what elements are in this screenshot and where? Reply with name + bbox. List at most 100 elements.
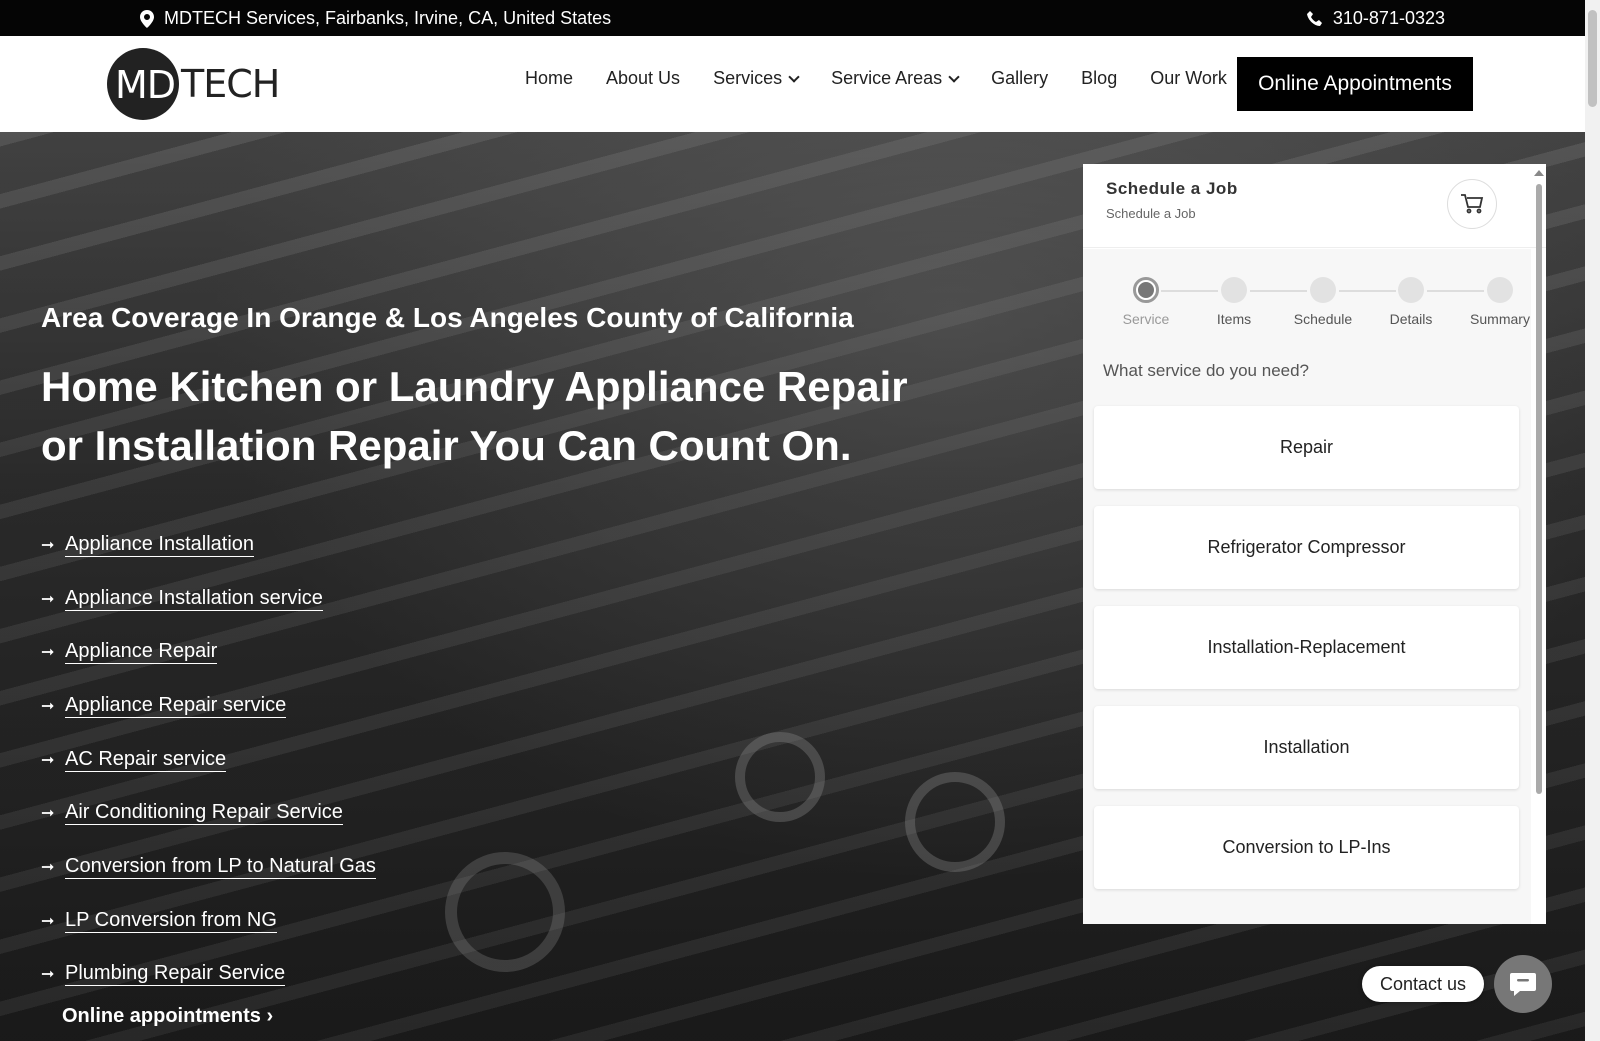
main-nav: Home About Us Services Service Areas Gal… bbox=[525, 68, 1227, 89]
step-dot bbox=[1310, 277, 1336, 303]
phone-icon bbox=[1306, 10, 1322, 26]
phone-text[interactable]: 310-871-0323 bbox=[1333, 8, 1445, 29]
service-option-conversion[interactable]: Conversion to LP-Ins bbox=[1094, 806, 1519, 889]
nav-gallery-label: Gallery bbox=[991, 68, 1049, 88]
list-item: ➞ Appliance Repair bbox=[41, 625, 376, 679]
step-label: Summary bbox=[1470, 311, 1530, 327]
schedule-widget: Schedule a Job Schedule a Job Service It… bbox=[1083, 164, 1546, 924]
nav-home[interactable]: Home bbox=[525, 68, 573, 89]
arrow-right-icon: ➞ bbox=[41, 751, 55, 769]
logo-tech: TECH bbox=[181, 62, 280, 106]
step-dot bbox=[1398, 277, 1424, 303]
page-scrollbar-thumb[interactable] bbox=[1588, 10, 1597, 107]
service-question: What service do you need? bbox=[1103, 361, 1310, 380]
hero-title: Home Kitchen or Laundry Appliance Repair… bbox=[41, 363, 908, 469]
nav-our-work-label: Our Work bbox=[1150, 68, 1227, 88]
service-link[interactable]: Appliance Installation bbox=[65, 533, 255, 557]
nav-blog[interactable]: Blog bbox=[1081, 68, 1117, 89]
arrow-right-icon: ➞ bbox=[41, 590, 55, 608]
chevron-down-icon bbox=[948, 70, 960, 83]
service-link[interactable]: Appliance Repair service bbox=[65, 694, 287, 718]
location-pin-icon bbox=[140, 9, 154, 28]
nav-blog-label: Blog bbox=[1081, 68, 1118, 88]
widget-subtitle: Schedule a Job bbox=[1106, 206, 1196, 221]
online-appointments-link-label: Online appointments bbox=[62, 1005, 261, 1027]
chevron-right-icon: › bbox=[266, 1005, 274, 1027]
background-knob bbox=[735, 732, 825, 822]
nav-about-us[interactable]: About Us bbox=[606, 68, 680, 89]
list-item: ➞ Appliance Installation bbox=[41, 518, 376, 572]
cart-icon bbox=[1461, 194, 1484, 214]
background-knob bbox=[905, 772, 1005, 872]
nav-service-areas-label: Service Areas bbox=[831, 68, 943, 88]
step-service[interactable]: Service bbox=[1101, 277, 1191, 327]
online-appointments-button[interactable]: Online Appointments bbox=[1237, 57, 1473, 111]
widget-scrollbar-thumb[interactable] bbox=[1536, 184, 1542, 794]
chat-button[interactable] bbox=[1494, 955, 1552, 1013]
step-progress: Service Items Schedule Details Summary bbox=[1101, 277, 1530, 327]
arrow-right-icon: ➞ bbox=[41, 697, 55, 715]
step-label: Service bbox=[1122, 311, 1170, 327]
step-summary[interactable]: Summary bbox=[1455, 277, 1545, 327]
list-item: ➞ Conversion from LP to Natural Gas bbox=[41, 840, 376, 894]
list-item: ➞ Air Conditioning Repair Service bbox=[41, 786, 376, 840]
service-link[interactable]: Appliance Repair bbox=[65, 640, 218, 665]
scroll-up-icon[interactable] bbox=[1534, 170, 1544, 176]
address: MDTECH Services, Fairbanks, Irvine, CA, … bbox=[140, 8, 611, 29]
nav-gallery[interactable]: Gallery bbox=[991, 68, 1048, 89]
page-scrollbar[interactable] bbox=[1585, 0, 1600, 1041]
step-schedule[interactable]: Schedule bbox=[1278, 277, 1368, 327]
service-option-repair[interactable]: Repair bbox=[1094, 406, 1519, 489]
service-option-installation[interactable]: Installation bbox=[1094, 706, 1519, 789]
address-text: MDTECH Services, Fairbanks, Irvine, CA, … bbox=[164, 8, 612, 28]
service-link[interactable]: Appliance Installation service bbox=[65, 587, 323, 611]
nav-services-label: Services bbox=[713, 68, 783, 88]
background-knob bbox=[445, 852, 565, 972]
nav-about-label: About Us bbox=[606, 68, 681, 88]
step-dot bbox=[1133, 277, 1159, 303]
logo-circle: MD bbox=[107, 48, 179, 120]
service-link[interactable]: Conversion from LP to Natural Gas bbox=[65, 855, 376, 879]
widget-header: Schedule a Job Schedule a Job bbox=[1083, 164, 1546, 248]
cart-button[interactable] bbox=[1447, 179, 1497, 229]
arrow-right-icon: ➞ bbox=[41, 805, 55, 823]
service-link[interactable]: AC Repair service bbox=[65, 748, 227, 772]
nav-home-label: Home bbox=[525, 68, 574, 88]
service-link[interactable]: Plumbing Repair Service bbox=[65, 962, 286, 987]
chat-icon bbox=[1510, 973, 1536, 996]
list-item: ➞ Appliance Repair service bbox=[41, 679, 376, 733]
top-bar: MDTECH Services, Fairbanks, Irvine, CA, … bbox=[0, 0, 1585, 36]
list-item: ➞ Appliance Installation service bbox=[41, 572, 376, 626]
service-link[interactable]: Air Conditioning Repair Service bbox=[65, 801, 343, 826]
service-option-refrigerator-compressor[interactable]: Refrigerator Compressor bbox=[1094, 506, 1519, 589]
service-option-installation-replacement[interactable]: Installation-Replacement bbox=[1094, 606, 1519, 689]
logo[interactable]: MD TECH bbox=[107, 47, 280, 121]
header: MD TECH Home About Us Services Service A… bbox=[0, 36, 1585, 132]
service-list: ➞ Appliance Installation ➞ Appliance Insta… bbox=[41, 518, 376, 1001]
arrow-right-icon: ➞ bbox=[41, 536, 55, 554]
arrow-right-icon: ➞ bbox=[41, 858, 55, 876]
step-dot bbox=[1221, 277, 1247, 303]
list-item: ➞ Plumbing Repair Service bbox=[41, 948, 376, 1002]
phone[interactable]: 310-871-0323 bbox=[1306, 8, 1445, 29]
step-label: Details bbox=[1389, 311, 1433, 327]
step-label: Items bbox=[1216, 311, 1252, 327]
list-item: ➞ LP Conversion from NG bbox=[41, 894, 376, 948]
widget-scrollbar[interactable] bbox=[1533, 170, 1544, 924]
service-link[interactable]: LP Conversion from NG bbox=[65, 909, 277, 933]
nav-our-work[interactable]: Our Work bbox=[1150, 68, 1227, 89]
arrow-right-icon: ➞ bbox=[41, 644, 55, 662]
nav-service-areas[interactable]: Service Areas bbox=[831, 68, 960, 89]
hero-subtitle: Area Coverage In Orange & Los Angeles Co… bbox=[41, 302, 854, 333]
online-appointments-link[interactable]: Online appointments › bbox=[62, 1005, 273, 1028]
arrow-right-icon: ➞ bbox=[41, 912, 55, 930]
widget-body: Service Items Schedule Details Summary W… bbox=[1083, 249, 1531, 924]
contact-us-label[interactable]: Contact us bbox=[1362, 966, 1484, 1002]
nav-services[interactable]: Services bbox=[713, 68, 800, 89]
arrow-right-icon: ➞ bbox=[41, 966, 55, 984]
list-item: ➞ AC Repair service bbox=[41, 733, 376, 787]
step-items[interactable]: Items bbox=[1189, 277, 1279, 327]
step-label: Schedule bbox=[1293, 311, 1353, 327]
step-details[interactable]: Details bbox=[1366, 277, 1456, 327]
widget-title: Schedule a Job bbox=[1106, 179, 1238, 198]
